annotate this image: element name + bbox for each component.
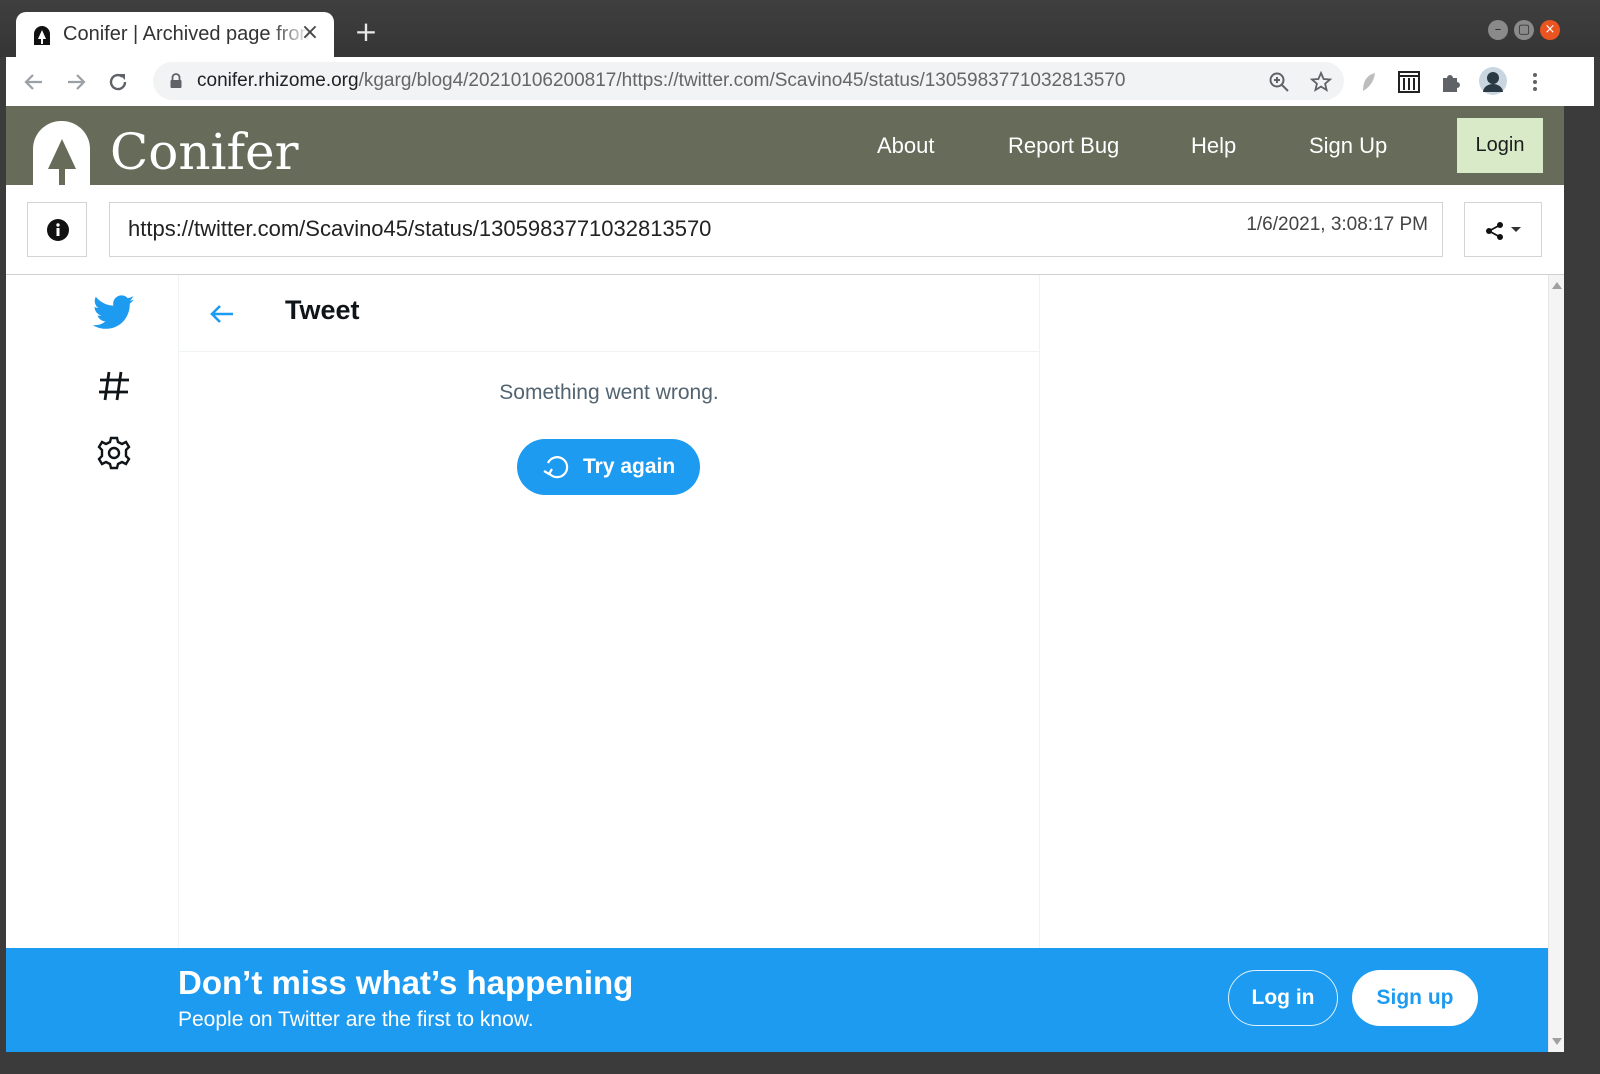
url-host: conifer.rhizome.org [197, 70, 359, 91]
share-icon [1486, 222, 1521, 240]
page-viewport: Conifer About Report Bug Help Sign Up Lo… [6, 106, 1564, 1052]
nav-sign-up[interactable]: Sign Up [1309, 132, 1387, 160]
page-scrollbar[interactable] [1548, 275, 1564, 1052]
replay-url-text: https://twitter.com/Scavino45/status/130… [128, 216, 712, 241]
tab-strip: Conifer | Archived page from × + – ▢ × [0, 0, 1600, 57]
try-again-label: Try again [583, 455, 676, 478]
minimize-window-button[interactable]: – [1488, 20, 1508, 40]
feather-extension-icon[interactable] [1355, 69, 1381, 95]
new-tab-button[interactable]: + [352, 18, 380, 46]
menu-kebab-icon[interactable] [1522, 69, 1548, 95]
lock-icon [170, 73, 182, 88]
banner-subtitle: People on Twitter are the first to know. [178, 1008, 534, 1031]
twitter-primary-column: Tweet Something went wrong. Try again [179, 275, 1040, 1052]
twitter-sidebar [6, 275, 179, 1052]
browser-toolbar: conifer.rhizome.org/kgarg/blog4/20210106… [6, 57, 1594, 106]
conifer-logo[interactable] [33, 121, 90, 185]
refresh-icon [543, 456, 569, 479]
login-button[interactable]: Login [1457, 118, 1543, 173]
maximize-window-button[interactable]: ▢ [1514, 20, 1534, 40]
info-button[interactable] [27, 202, 87, 257]
tab-title: Conifer | Archived page from [63, 23, 311, 45]
forward-arrow-icon[interactable] [61, 67, 91, 97]
settings-gear-icon[interactable] [93, 432, 135, 474]
profile-avatar-icon[interactable] [1478, 66, 1508, 96]
scroll-up-icon[interactable] [1552, 281, 1562, 289]
sign-up-button[interactable]: Sign up [1352, 970, 1478, 1026]
share-dropdown-button[interactable] [1464, 202, 1542, 257]
browser-tab[interactable]: Conifer | Archived page from × [16, 12, 334, 57]
close-tab-icon[interactable]: × [298, 21, 322, 45]
conifer-brand[interactable]: Conifer [110, 122, 299, 182]
scroll-down-icon[interactable] [1552, 1038, 1562, 1046]
star-icon[interactable] [1309, 70, 1333, 94]
puzzle-extensions-icon[interactable] [1438, 69, 1464, 95]
page-title: Tweet [285, 295, 360, 325]
conifer-favicon-icon [34, 26, 50, 45]
address-bar[interactable]: conifer.rhizome.org/kgarg/blog4/20210106… [153, 62, 1344, 100]
hashtag-explore-icon[interactable] [93, 365, 135, 407]
nav-help[interactable]: Help [1191, 132, 1236, 160]
log-in-button[interactable]: Log in [1228, 970, 1338, 1026]
archived-page: Tweet Something went wrong. Try again Do… [6, 275, 1548, 1052]
twitter-bird-icon[interactable] [93, 291, 135, 333]
banner-title: Don’t miss what’s happening [178, 964, 634, 1001]
tweet-header: Tweet [179, 275, 1039, 352]
close-window-button[interactable]: × [1540, 20, 1560, 40]
signup-banner: Don’t miss what’s happening People on Tw… [6, 948, 1548, 1052]
browser-window: Conifer | Archived page from × + – ▢ × c… [0, 0, 1600, 1074]
nav-about[interactable]: About [877, 132, 935, 160]
zoom-icon[interactable] [1267, 70, 1291, 94]
replay-timestamp: 1/6/2021, 3:08:17 PM [1246, 214, 1428, 235]
reload-icon[interactable] [103, 67, 133, 97]
replay-url-field[interactable]: https://twitter.com/Scavino45/status/130… [109, 202, 1443, 257]
try-again-button[interactable]: Try again [517, 439, 700, 495]
url-path: /kgarg/blog4/20210106200817/https://twit… [358, 70, 1126, 91]
replay-bar: https://twitter.com/Scavino45/status/130… [6, 185, 1564, 275]
back-arrow-icon[interactable] [19, 67, 49, 97]
archive-extension-icon[interactable] [1396, 69, 1422, 95]
nav-report-bug[interactable]: Report Bug [1008, 132, 1119, 160]
tree-icon [48, 139, 76, 185]
back-arrow-icon[interactable] [207, 299, 237, 329]
info-icon [47, 219, 69, 241]
conifer-header: Conifer About Report Bug Help Sign Up Lo… [6, 106, 1564, 185]
address-url: conifer.rhizome.org/kgarg/blog4/20210106… [197, 70, 1126, 94]
error-message: Something went wrong. [499, 381, 719, 404]
